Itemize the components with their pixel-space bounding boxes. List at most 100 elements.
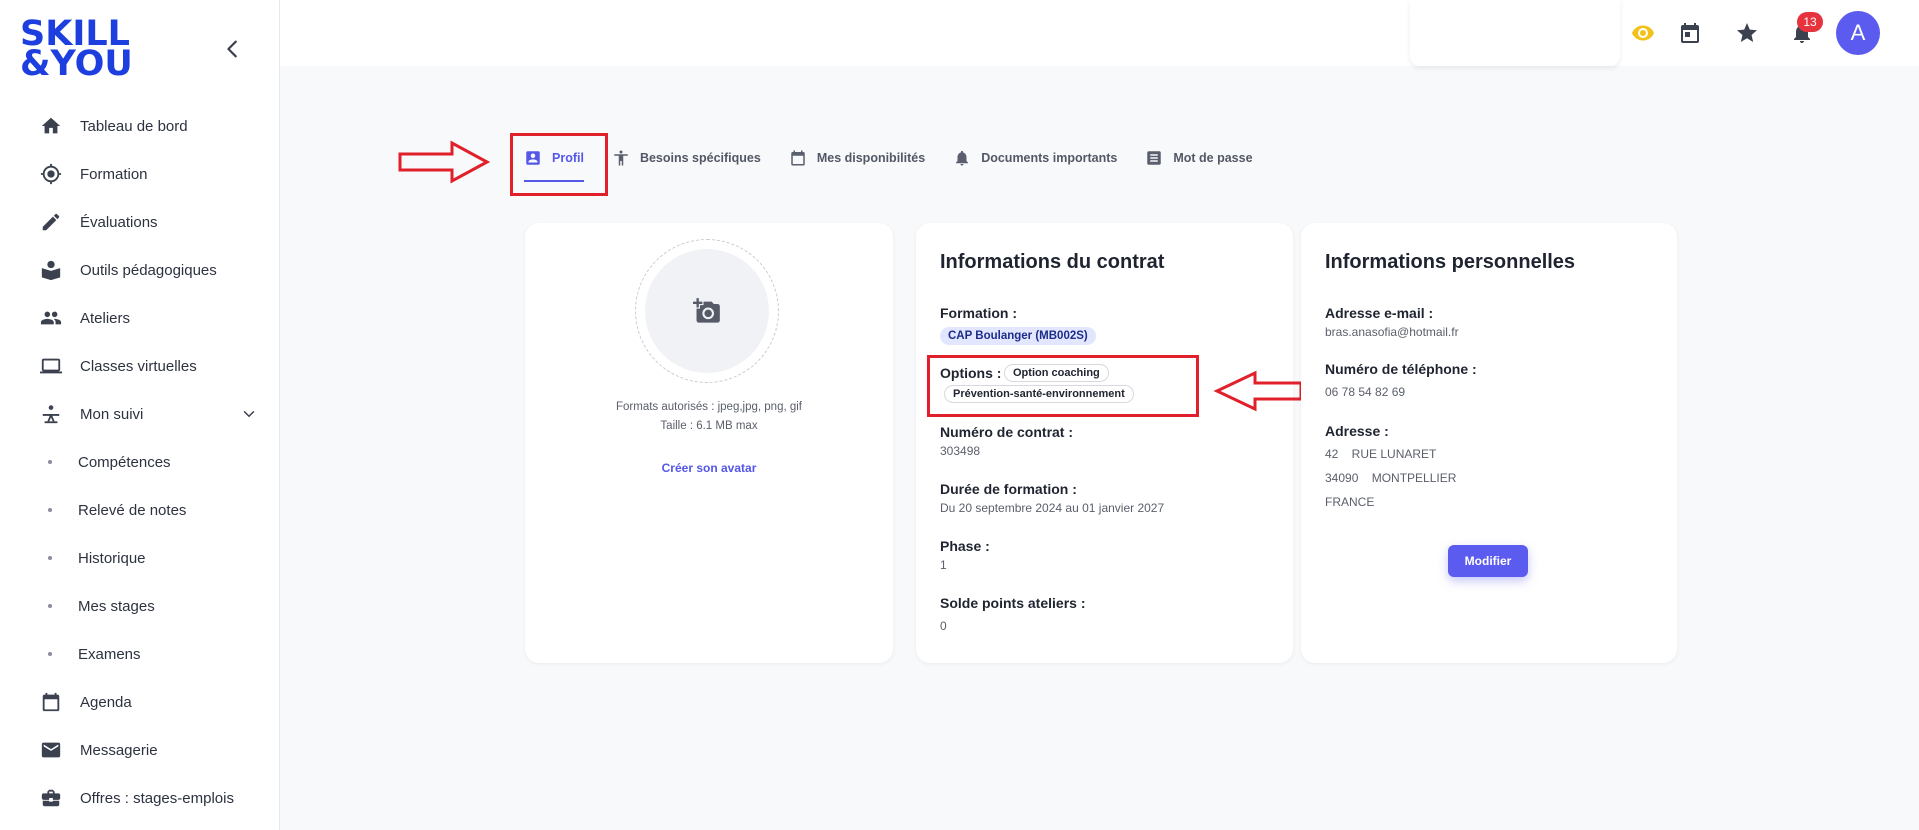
address-line: 42 RUE LUNARET bbox=[1325, 447, 1437, 461]
sidebar: SKILL &YOU Tableau de bord Formation Éva… bbox=[0, 0, 280, 830]
sidebar-item-formation[interactable]: Formation bbox=[0, 150, 280, 198]
sidebar-item-label: Outils pédagogiques bbox=[80, 261, 217, 279]
sidebar-item-label: Mon suivi bbox=[80, 405, 144, 423]
sidebar-item-label: Mes stages bbox=[78, 597, 155, 615]
email-value: bras.anasofia@hotmail.fr bbox=[1325, 325, 1459, 339]
phase-label: Phase : bbox=[940, 538, 990, 554]
sidebar-item-outils-pedagogiques[interactable]: Outils pédagogiques bbox=[0, 246, 280, 294]
notification-badge: 13 bbox=[1797, 12, 1823, 32]
avatar-upload-button[interactable] bbox=[645, 249, 769, 373]
sidebar-item-label: Compétences bbox=[78, 453, 171, 471]
contract-title: Informations du contrat bbox=[940, 251, 1165, 273]
personal-info-card: Informations personnelles Adresse e-mail… bbox=[1301, 223, 1677, 663]
points-label: Solde points ateliers : bbox=[940, 595, 1086, 611]
chevron-down-icon[interactable] bbox=[240, 405, 258, 423]
sidebar-item-label: Ateliers bbox=[80, 309, 131, 327]
sidebar-item-offres[interactable]: Offres : stages-emplois bbox=[0, 774, 280, 822]
bullet-icon bbox=[48, 460, 52, 464]
avatar-format-info: Formats autorisés : jpeg,jpg, png, gif T… bbox=[615, 401, 802, 432]
personal-title: Informations personnelles bbox=[1325, 251, 1576, 273]
book-user-icon bbox=[40, 259, 62, 281]
sidebar-nav: Tableau de bord Formation Évaluations Ou… bbox=[0, 102, 280, 822]
accessibility-icon bbox=[614, 150, 628, 165]
formation-label: Formation : bbox=[940, 305, 1017, 321]
duration-label: Durée de formation : bbox=[940, 481, 1077, 497]
annotation-arrow-left-icon bbox=[1213, 370, 1303, 412]
bullet-icon bbox=[48, 556, 52, 560]
tab-mot-de-passe[interactable]: Mot de passe bbox=[1131, 130, 1266, 185]
chevron-left-icon bbox=[227, 40, 237, 58]
address-line: FRANCE bbox=[1325, 495, 1375, 509]
sidebar-item-label: Offres : stages-emplois bbox=[80, 789, 234, 807]
sidebar-item-label: Messagerie bbox=[80, 741, 158, 759]
brand-logo[interactable]: SKILL &YOU bbox=[20, 17, 133, 82]
profile-tabs: Profil Besoins spécifiques Mes disponibi… bbox=[510, 130, 1267, 185]
home-icon bbox=[40, 115, 62, 137]
bullet-icon bbox=[48, 508, 52, 512]
people-icon bbox=[40, 307, 62, 329]
sidebar-item-competences[interactable]: Compétences bbox=[0, 438, 280, 486]
phone-label: Numéro de téléphone : bbox=[1325, 361, 1477, 377]
target-icon bbox=[40, 163, 62, 185]
annotation-highlight-profil bbox=[510, 133, 608, 196]
sidebar-item-dashboard[interactable]: Tableau de bord bbox=[0, 102, 280, 150]
annotation-arrow-right-icon bbox=[398, 140, 490, 184]
sidebar-item-releve-de-notes[interactable]: Relevé de notes bbox=[0, 486, 280, 534]
sidebar-item-label: Classes virtuelles bbox=[80, 357, 197, 375]
sidebar-item-agenda[interactable]: Agenda bbox=[0, 678, 280, 726]
sidebar-item-label: Historique bbox=[78, 549, 146, 567]
pencil-icon bbox=[40, 211, 62, 233]
annotation-highlight-options bbox=[927, 355, 1199, 417]
sidebar-item-label: Relevé de notes bbox=[78, 501, 187, 519]
duration-value: Du 20 septembre 2024 au 01 janvier 2027 bbox=[940, 501, 1165, 515]
sidebar-item-label: Formation bbox=[80, 165, 148, 183]
bell-icon bbox=[956, 150, 969, 165]
calendar-icon bbox=[40, 691, 62, 713]
bullet-icon bbox=[48, 652, 52, 656]
briefcase-icon bbox=[40, 787, 62, 809]
address-line: 34090 MONTPELLIER bbox=[1325, 471, 1457, 485]
star-icon[interactable] bbox=[1735, 21, 1759, 45]
follow-icon bbox=[40, 403, 62, 425]
tab-mes-disponibilites[interactable]: Mes disponibilités bbox=[775, 130, 939, 185]
sidebar-item-historique[interactable]: Historique bbox=[0, 534, 280, 582]
sidebar-item-label: Tableau de bord bbox=[80, 117, 188, 135]
phase-value: 1 bbox=[940, 558, 947, 572]
phone-value: 06 78 54 82 69 bbox=[1325, 385, 1406, 399]
sidebar-item-evaluations[interactable]: Évaluations bbox=[0, 198, 280, 246]
contract-number-label: Numéro de contrat : bbox=[940, 424, 1074, 440]
address-label: Adresse : bbox=[1325, 423, 1389, 439]
points-value: 0 bbox=[940, 619, 947, 633]
eye-icon[interactable] bbox=[1631, 21, 1655, 45]
laptop-icon bbox=[40, 355, 62, 377]
calendar-icon[interactable] bbox=[1678, 21, 1702, 45]
create-avatar-link[interactable]: Créer son avatar bbox=[525, 461, 893, 475]
calendar-icon bbox=[791, 150, 805, 165]
sidebar-item-mes-stages[interactable]: Mes stages bbox=[0, 582, 280, 630]
sidebar-item-label: Évaluations bbox=[80, 213, 158, 231]
formation-chip: CAP Boulanger (MB002S) bbox=[940, 327, 1096, 345]
email-label: Adresse e-mail : bbox=[1325, 305, 1434, 321]
tab-documents-importants[interactable]: Documents importants bbox=[939, 130, 1131, 185]
add-photo-icon bbox=[693, 298, 720, 323]
sidebar-item-examens[interactable]: Examens bbox=[0, 630, 280, 678]
header-panel bbox=[1410, 0, 1620, 66]
document-icon bbox=[1147, 150, 1162, 165]
sidebar-item-ateliers[interactable]: Ateliers bbox=[0, 294, 280, 342]
sidebar-item-classes-virtuelles[interactable]: Classes virtuelles bbox=[0, 342, 280, 390]
sidebar-item-label: Agenda bbox=[80, 693, 132, 711]
sidebar-item-label: Examens bbox=[78, 645, 141, 663]
sidebar-item-mon-suivi[interactable]: Mon suivi bbox=[0, 390, 280, 438]
mail-icon bbox=[40, 739, 62, 761]
sidebar-item-messagerie[interactable]: Messagerie bbox=[0, 726, 280, 774]
avatar-upload-zone bbox=[635, 239, 779, 383]
avatar-card: Formats autorisés : jpeg,jpg, png, gif T… bbox=[525, 223, 893, 663]
contract-number-value: 303498 bbox=[940, 444, 981, 458]
user-avatar[interactable]: A bbox=[1836, 11, 1880, 55]
top-bar bbox=[280, 0, 1919, 66]
tab-besoins-specifiques[interactable]: Besoins spécifiques bbox=[598, 130, 775, 185]
contract-card: Informations du contrat Formation : CAP … bbox=[916, 223, 1293, 663]
collapse-sidebar-button[interactable] bbox=[222, 38, 244, 60]
bullet-icon bbox=[48, 604, 52, 608]
modify-button[interactable]: Modifier bbox=[1448, 545, 1528, 577]
